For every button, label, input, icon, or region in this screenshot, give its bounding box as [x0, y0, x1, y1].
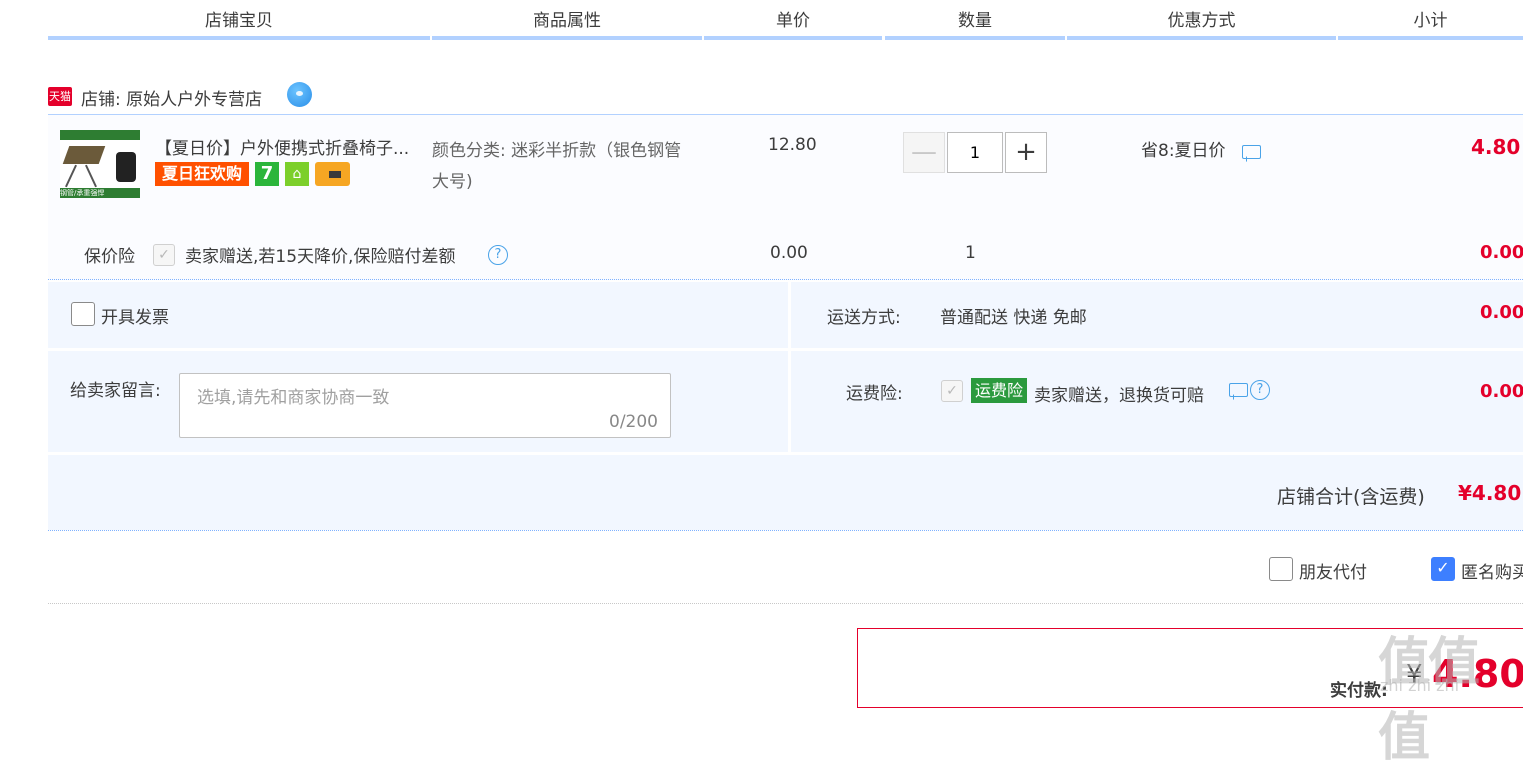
thumb-decoration [65, 164, 77, 188]
shipping-panel [791, 282, 1523, 348]
thumb-band-text: 钢管/承重强悍 [60, 188, 140, 198]
insurance-checkbox: ✓ [153, 244, 175, 266]
credit-card-icon [315, 162, 350, 186]
freight-insurance-amount: 0.00 [1480, 381, 1523, 402]
product-attribute-cont: 大号) [432, 172, 473, 192]
unit-price: 12.80 [768, 135, 817, 155]
column-header-subtotal: 小计 [1338, 0, 1523, 40]
guarantee-icon: ⌂ [285, 162, 309, 186]
shop-total-amount: ¥4.80 [1458, 481, 1522, 505]
thumb-decoration [116, 152, 136, 182]
product-title-link[interactable]: 【夏日价】户外便携式折叠椅子... [155, 134, 409, 159]
shop-total-label: 店铺合计(含运费) [1277, 486, 1425, 508]
insurance-subtotal: 0.00 [1480, 242, 1523, 263]
message-char-counter: 0/200 [609, 412, 658, 432]
seller-message-input[interactable]: 选填,请先和商家协商一致 0/200 [179, 373, 671, 438]
divider [48, 603, 1523, 604]
quantity-increase-button[interactable]: + [1005, 132, 1047, 173]
freight-help-icon[interactable]: ? [1250, 380, 1270, 400]
divider [48, 530, 1523, 531]
wangwang-chat-icon[interactable] [287, 82, 312, 107]
insurance-label: 保价险 [84, 247, 135, 267]
shipping-method[interactable]: 普通配送 快递 免邮 [940, 303, 1087, 328]
watermark-logo: 值值值 [1378, 633, 1480, 768]
thumb-decoration [60, 130, 140, 140]
invoice-label: 开具发票 [101, 308, 169, 328]
freight-insurance-label: 运费险: [846, 384, 903, 404]
thumb-decoration [85, 164, 97, 188]
freight-comment-icon[interactable] [1229, 383, 1248, 397]
product-thumbnail[interactable]: 钢管/承重强悍 [60, 130, 140, 198]
insurance-help-icon[interactable]: ? [488, 245, 508, 265]
watermark-text: zhi zhi zhi [1380, 676, 1460, 695]
shipping-amount: 0.00 [1480, 302, 1523, 323]
insurance-price: 0.00 [770, 243, 808, 263]
tmall-icon: 天猫 [48, 87, 72, 106]
product-attribute: 颜色分类: 迷彩半折款（银色钢管 [432, 141, 682, 161]
column-header-quantity: 数量 [885, 0, 1065, 40]
insurance-description: 卖家赠送,若15天降价,保险赔付差额 [185, 247, 456, 267]
column-header-discount: 优惠方式 [1067, 0, 1336, 40]
quantity-decrease-button[interactable]: — [903, 132, 945, 173]
message-label: 给卖家留言: [70, 381, 161, 401]
shop-name-link[interactable]: 店铺: 原始人户外专营店 [81, 85, 262, 110]
insurance-quantity: 1 [965, 243, 976, 263]
friend-pay-checkbox[interactable] [1269, 557, 1293, 581]
discount-method: 省8:夏日价 [1141, 141, 1226, 161]
seven-day-return-icon: 7 [255, 162, 279, 186]
summer-sale-tag: 夏日狂欢购 [155, 162, 249, 186]
anonymous-label: 匿名购买 [1461, 563, 1523, 583]
anonymous-checkbox[interactable]: ✓ [1431, 557, 1455, 581]
column-header-item: 店铺宝贝 [48, 0, 430, 40]
column-header-price: 单价 [704, 0, 882, 40]
shipping-label: 运送方式: [827, 308, 901, 328]
thumb-decoration [62, 146, 106, 164]
item-subtotal: 4.80 [1471, 135, 1521, 159]
column-header-attributes: 商品属性 [432, 0, 702, 40]
quantity-input[interactable]: 1 [947, 132, 1003, 173]
freight-insurance-description: 卖家赠送，退换货可赔 [1034, 386, 1204, 406]
freight-insurance-tag: 运费险 [971, 378, 1027, 403]
freight-insurance-checkbox: ✓ [941, 380, 963, 402]
discount-comment-icon[interactable] [1242, 145, 1261, 159]
message-placeholder: 选填,请先和商家协商一致 [197, 388, 390, 408]
friend-pay-label: 朋友代付 [1299, 563, 1367, 583]
invoice-checkbox[interactable] [71, 302, 95, 326]
